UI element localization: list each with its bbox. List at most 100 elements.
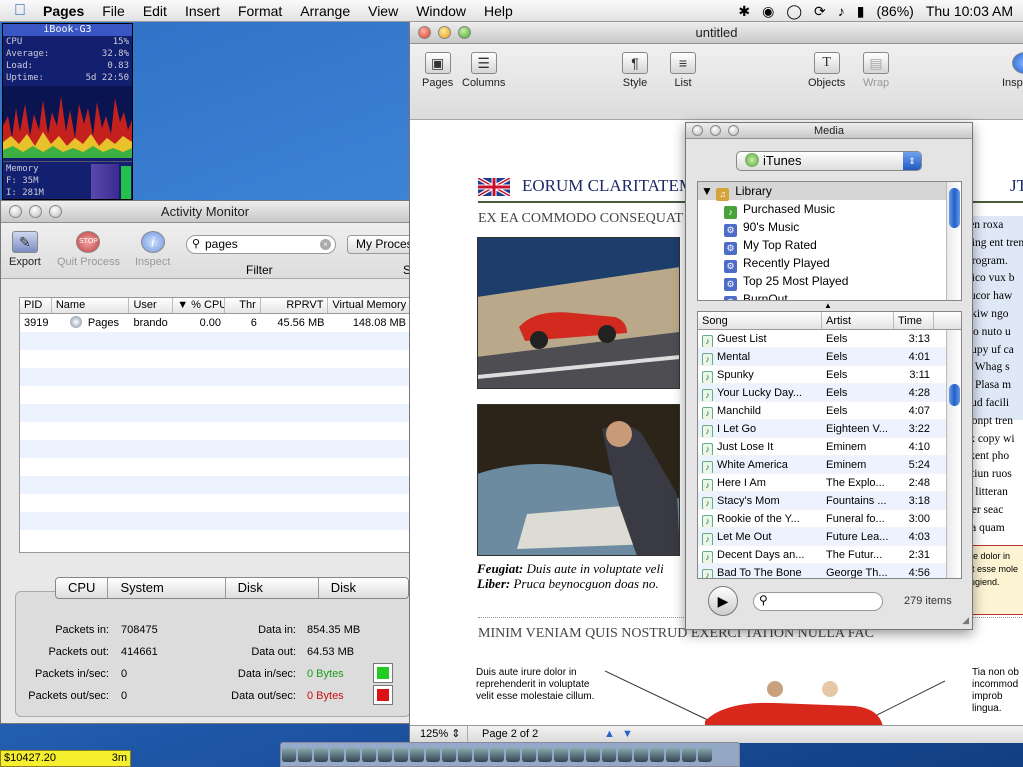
- process-table[interactable]: PID Name User ▼ % CPU Thr RPRVT Virtual …: [19, 297, 411, 553]
- col-rprvt[interactable]: RPRVT: [261, 298, 329, 313]
- car-photo[interactable]: [477, 237, 680, 389]
- song-row[interactable]: ♪ Spunky Eels 3:11: [698, 366, 961, 384]
- col-cpu[interactable]: ▼ % CPU: [173, 298, 225, 313]
- menu-window[interactable]: Window: [407, 3, 475, 19]
- clear-search-icon[interactable]: ×: [320, 239, 331, 250]
- textedit-icon[interactable]: [538, 748, 552, 762]
- mail-icon[interactable]: [298, 748, 312, 762]
- media-search-input[interactable]: ⚲: [753, 592, 883, 611]
- list-button[interactable]: ≡ List: [670, 52, 696, 89]
- bluetooth-icon[interactable]: ✱: [738, 3, 750, 20]
- song-row[interactable]: ♪ Your Lucky Day... Eels 4:28: [698, 384, 961, 402]
- song-row[interactable]: ♪ Manchild Eels 4:07: [698, 402, 961, 420]
- song-row[interactable]: ♪ Here I Am The Explo... 2:48: [698, 474, 961, 492]
- data-in-color-well[interactable]: [373, 663, 393, 683]
- man-with-map-photo[interactable]: [477, 404, 680, 556]
- col-name[interactable]: Name: [52, 298, 130, 313]
- firefox-icon[interactable]: [586, 748, 600, 762]
- resize-grip-icon[interactable]: ◢: [962, 615, 969, 626]
- menu-edit[interactable]: Edit: [134, 3, 176, 19]
- table-row[interactable]: 3919 Pages brando 0.00 6 45.56 MB 148.08…: [20, 314, 410, 332]
- x11-icon[interactable]: [378, 748, 392, 762]
- documents-folder-icon[interactable]: [666, 748, 680, 762]
- style-button[interactable]: ¶ Style: [622, 52, 648, 89]
- playlist-item[interactable]: ⚙ BurnOut: [698, 290, 961, 300]
- apple-menu-icon[interactable]: : [0, 2, 34, 20]
- pages-button[interactable]: ▣ Pages: [422, 52, 453, 89]
- col-song[interactable]: Song: [698, 312, 822, 329]
- col-artist[interactable]: Artist: [822, 312, 894, 329]
- menu-clock[interactable]: Thu 10:03 AM: [926, 3, 1013, 19]
- song-table[interactable]: Song Artist Time ♪ Guest List Eels 3:13 ♪ Men…: [697, 311, 962, 579]
- song-row[interactable]: ♪ Decent Days an... The Futur... 2:31: [698, 546, 961, 564]
- pages-dock-icon[interactable]: [442, 748, 456, 762]
- song-row[interactable]: ♪ Let Me Out Future Lea... 4:03: [698, 528, 961, 546]
- am-zoom-button[interactable]: [49, 205, 62, 218]
- song-row[interactable]: ♪ White America Eminem 5:24: [698, 456, 961, 474]
- playlist-item[interactable]: ♪ Purchased Music: [698, 200, 961, 219]
- quicktime-icon[interactable]: [602, 748, 616, 762]
- am-minimize-button[interactable]: [29, 205, 42, 218]
- library-item[interactable]: ▼ ♫ Library: [698, 182, 961, 201]
- ichat-icon[interactable]: [346, 748, 360, 762]
- minimized-window-icon[interactable]: [682, 748, 696, 762]
- playlist-item[interactable]: ⚙ 90's Music: [698, 218, 961, 237]
- photoshop-icon[interactable]: [490, 748, 504, 762]
- show-processes-select[interactable]: My Processes: [347, 235, 417, 254]
- console-icon[interactable]: [618, 748, 632, 762]
- tab-system-memory[interactable]: System Memory: [108, 578, 226, 598]
- wrap-button[interactable]: ▤ Wrap: [863, 52, 889, 89]
- filter-search-input[interactable]: ⚲ pages ×: [186, 235, 336, 254]
- song-row[interactable]: ♪ Just Lose It Eminem 4:10: [698, 438, 961, 456]
- pages-titlebar[interactable]: untitled: [410, 22, 1023, 44]
- quit-process-button[interactable]: STOP Quit Process: [57, 231, 120, 268]
- song-row[interactable]: ♪ Bad To The Bone George Th... 4:56: [698, 564, 961, 578]
- zoom-select[interactable]: 125% ⇕: [414, 726, 468, 742]
- applications-folder-icon[interactable]: [650, 748, 664, 762]
- menu-app-name[interactable]: Pages: [34, 3, 93, 19]
- itunes-dock-icon[interactable]: [362, 748, 376, 762]
- playlist-item[interactable]: ⚙ My Top Rated: [698, 236, 961, 255]
- playlist-scrollbar[interactable]: [946, 182, 961, 300]
- menu-insert[interactable]: Insert: [176, 3, 229, 19]
- col-pid[interactable]: PID: [20, 298, 52, 313]
- pages-zoom-button[interactable]: [458, 26, 471, 39]
- playlist-scroll-thumb[interactable]: [949, 188, 960, 228]
- export-button[interactable]: ✎ Export: [9, 231, 41, 268]
- inspect-button[interactable]: i Inspect: [135, 231, 170, 268]
- preview-icon[interactable]: [394, 748, 408, 762]
- song-row[interactable]: ♪ Stacy's Mom Fountains ... 3:18: [698, 492, 961, 510]
- page-up-icon[interactable]: ▲: [604, 726, 615, 742]
- pages-close-button[interactable]: [418, 26, 431, 39]
- media-source-select[interactable]: iTunes ⇕: [736, 151, 922, 171]
- vlc-icon[interactable]: [474, 748, 488, 762]
- song-row[interactable]: ♪ Guest List Eels 3:13: [698, 330, 961, 348]
- tab-cpu[interactable]: CPU: [56, 578, 109, 598]
- media-zoom-button[interactable]: [728, 125, 739, 136]
- calendar-icon[interactable]: [410, 748, 424, 762]
- safari-icon[interactable]: [314, 748, 328, 762]
- address-book-icon[interactable]: [426, 748, 440, 762]
- song-row[interactable]: ♪ Rookie of the Y... Funeral fo... 3:00: [698, 510, 961, 528]
- am-close-button[interactable]: [9, 205, 22, 218]
- col-threads[interactable]: Thr: [225, 298, 261, 313]
- menu-view[interactable]: View: [359, 3, 407, 19]
- pages-minimize-button[interactable]: [438, 26, 451, 39]
- menu-format[interactable]: Format: [229, 3, 291, 19]
- finder-icon[interactable]: [282, 748, 296, 762]
- terminal-icon[interactable]: [330, 748, 344, 762]
- ichat-icon[interactable]: ◯: [786, 3, 802, 20]
- inspector-button[interactable]: Inspector: [1002, 52, 1023, 89]
- sync-icon[interactable]: ⟳: [814, 3, 826, 20]
- wifi-icon[interactable]: ◉: [762, 3, 774, 20]
- am-titlebar[interactable]: Activity Monitor: [1, 201, 409, 223]
- col-virtual-memory[interactable]: Virtual Memory: [328, 298, 410, 313]
- playlist-list[interactable]: ▼ ♫ Library ♪ Purchased Music ⚙ 90's Music …: [697, 181, 962, 301]
- media-titlebar[interactable]: Media: [686, 123, 972, 139]
- media-close-button[interactable]: [692, 125, 703, 136]
- col-user[interactable]: User: [129, 298, 174, 313]
- song-row[interactable]: ♪ Mental Eels 4:01: [698, 348, 961, 366]
- data-out-color-well[interactable]: [373, 685, 393, 705]
- menu-file[interactable]: File: [93, 3, 134, 19]
- trash-icon[interactable]: [698, 748, 712, 762]
